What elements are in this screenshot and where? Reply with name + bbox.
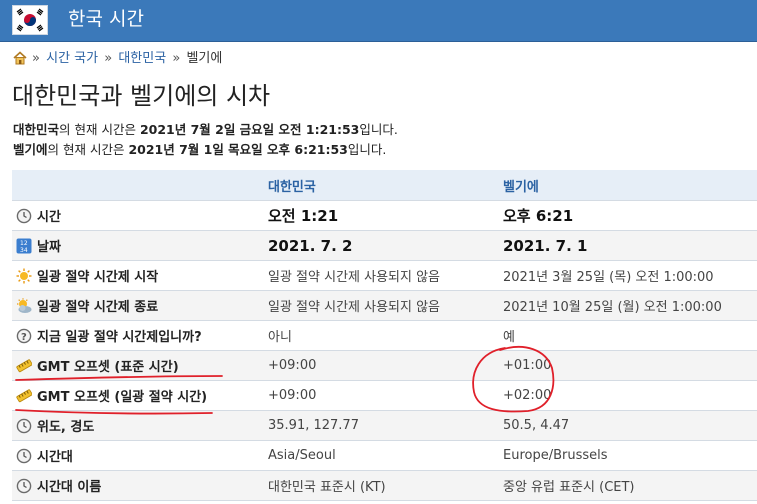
korea-value: 일광 절약 시간제 사용되지 않음 <box>268 300 441 315</box>
home-icon[interactable] <box>13 51 27 71</box>
clock-icon <box>16 418 32 434</box>
summary-time: 2021년 7월 2일 금요일 오전 1:21:53 <box>139 122 360 137</box>
korea-value: +09:00 <box>268 388 317 403</box>
belgium-value: 예 <box>503 330 515 345</box>
svg-text:34: 34 <box>20 247 28 254</box>
row-label-cell: GMT 오프셋 (일광 절약 시간) <box>12 381 268 411</box>
site-title[interactable]: 한국 시간 <box>68 6 144 32</box>
summary-line-korea: 대한민국의 현재 시간은 2021년 7월 2일 금요일 오전 1:21:53입… <box>13 120 398 140</box>
korea-value: 2021. 7. 2 <box>268 236 353 255</box>
table-header-row: 대한민국 벨기에 <box>12 170 757 201</box>
row-label-cell: 일광 절약 시간제 종료 <box>12 291 268 321</box>
clock-icon <box>16 448 32 464</box>
table-row: GMT 오프셋 (일광 절약 시간) +09:00 +02:00 <box>12 381 757 411</box>
row-label-cell: ? 지금 일광 절약 시간제입니까? <box>12 321 268 351</box>
row-label: 시간대 <box>37 450 73 465</box>
belgium-value: Europe/Brussels <box>503 448 608 463</box>
row-label: 시간 <box>37 210 61 225</box>
korea-value: 35.91, 127.77 <box>268 418 359 433</box>
row-label-cell: 시간 <box>12 201 268 231</box>
site-header: 한국 시간 <box>0 0 757 42</box>
summary-time: 2021년 7월 1일 목요일 오후 6:21:53 <box>128 142 348 157</box>
table-header-belgium: 벨기에 <box>503 179 539 195</box>
row-label: 위도, 경도 <box>37 420 95 435</box>
breadcrumb-link-countries[interactable]: 시간 국가 <box>46 51 98 66</box>
breadcrumb-link-korea[interactable]: 대한민국 <box>118 51 166 66</box>
korea-value: Asia/Seoul <box>268 448 336 463</box>
svg-text:?: ? <box>21 332 27 343</box>
row-label: 일광 절약 시간제 시작 <box>37 270 159 285</box>
ruler-icon <box>16 358 33 374</box>
summary-text: 의 현재 시간은 <box>47 142 129 157</box>
row-label-cell: 시간대 <box>12 441 268 471</box>
summary-place: 벨기에 <box>13 142 48 157</box>
korea-value: 아니 <box>268 330 292 345</box>
svg-text:12: 12 <box>20 240 28 247</box>
row-label-cell: GMT 오프셋 (표준 시간) <box>12 351 268 381</box>
belgium-value: 2021년 3월 25일 (목) 오전 1:00:00 <box>503 270 714 285</box>
belgium-value: +02:00 <box>503 388 552 403</box>
belgium-value: 50.5, 4.47 <box>503 418 570 433</box>
row-label: GMT 오프셋 (일광 절약 시간) <box>37 390 208 405</box>
summary-text: 입니다. <box>359 122 398 137</box>
belgium-value: 2021년 10월 25일 (월) 오전 1:00:00 <box>503 300 722 315</box>
table-row: 12 34 날짜 2021. 7. 2 2021. 7. 1 <box>12 230 757 261</box>
row-label-cell: 일광 절약 시간제 시작 <box>12 261 268 291</box>
table-row: 위도, 경도 35.91, 127.77 50.5, 4.47 <box>12 410 757 441</box>
clock-icon <box>16 208 32 224</box>
breadcrumb-separator: » <box>32 51 40 66</box>
table-row: 일광 절약 시간제 종료 일광 절약 시간제 사용되지 않음 2021년 10월 2… <box>12 290 757 321</box>
row-label-cell: 시간대 이름 <box>12 471 268 501</box>
belgium-value: +01:00 <box>503 358 552 373</box>
sun-cloud-icon <box>16 298 32 314</box>
korea-value: 일광 절약 시간제 사용되지 않음 <box>268 270 441 285</box>
table-header-empty <box>12 170 268 201</box>
belgium-value: 중앙 유럽 표준시 (CET) <box>503 480 635 495</box>
row-label-cell: 12 34 날짜 <box>12 231 268 261</box>
breadcrumb-current: 벨기에 <box>186 51 223 66</box>
breadcrumb-separator: » <box>104 51 113 66</box>
comparison-table: 대한민국 벨기에 시간 오전 1:21 오후 6:21 12 34 날짜 2021. 7. … <box>12 170 757 501</box>
belgium-value: 오후 6:21 <box>503 207 574 225</box>
korea-value: +09:00 <box>268 358 317 373</box>
current-time-summary: 대한민국의 현재 시간은 2021년 7월 2일 금요일 오전 1:21:53입… <box>13 120 398 160</box>
table-row: 시간대 Asia/Seoul Europe/Brussels <box>12 441 757 471</box>
row-label: 지금 일광 절약 시간제입니까? <box>37 330 202 345</box>
clock-icon <box>16 478 32 494</box>
korea-flag-icon[interactable] <box>12 5 48 35</box>
question-icon: ? <box>16 328 32 344</box>
calendar-icon: 12 34 <box>16 238 32 254</box>
ruler-icon <box>16 388 33 404</box>
korea-value: 대한민국 표준시 (KT) <box>268 480 386 495</box>
summary-line-belgium: 벨기에의 현재 시간은 2021년 7월 1일 목요일 오후 6:21:53입니… <box>13 140 398 160</box>
belgium-value: 2021. 7. 1 <box>503 236 588 255</box>
summary-place: 대한민국 <box>13 122 60 137</box>
page-title: 대한민국과 벨기에의 시차 <box>12 82 271 110</box>
table-row: GMT 오프셋 (표준 시간) +09:00 +01:00 <box>12 350 757 381</box>
breadcrumb: » 시간 국가 » 대한민국 » 벨기에 <box>13 50 222 68</box>
row-label: GMT 오프셋 (표준 시간) <box>37 360 179 375</box>
table-row: 시간대 이름 대한민국 표준시 (KT) 중앙 유럽 표준시 (CET) <box>12 470 757 501</box>
row-label: 시간대 이름 <box>37 480 102 495</box>
table-row: 일광 절약 시간제 시작 일광 절약 시간제 사용되지 않음 2021년 3월 25… <box>12 261 757 291</box>
table-row: 시간 오전 1:21 오후 6:21 <box>12 201 757 231</box>
summary-text: 입니다. <box>347 142 387 157</box>
table-row: ? 지금 일광 절약 시간제입니까? 아니 예 <box>12 321 757 351</box>
sun-icon <box>16 268 32 284</box>
summary-text: 의 현재 시간은 <box>59 122 140 137</box>
row-label: 일광 절약 시간제 종료 <box>37 300 159 315</box>
korea-value: 오전 1:21 <box>268 207 339 225</box>
table-header-korea: 대한민국 <box>268 179 316 195</box>
row-label-cell: 위도, 경도 <box>12 411 268 441</box>
breadcrumb-separator: » <box>172 51 181 66</box>
row-label: 날짜 <box>37 240 61 255</box>
